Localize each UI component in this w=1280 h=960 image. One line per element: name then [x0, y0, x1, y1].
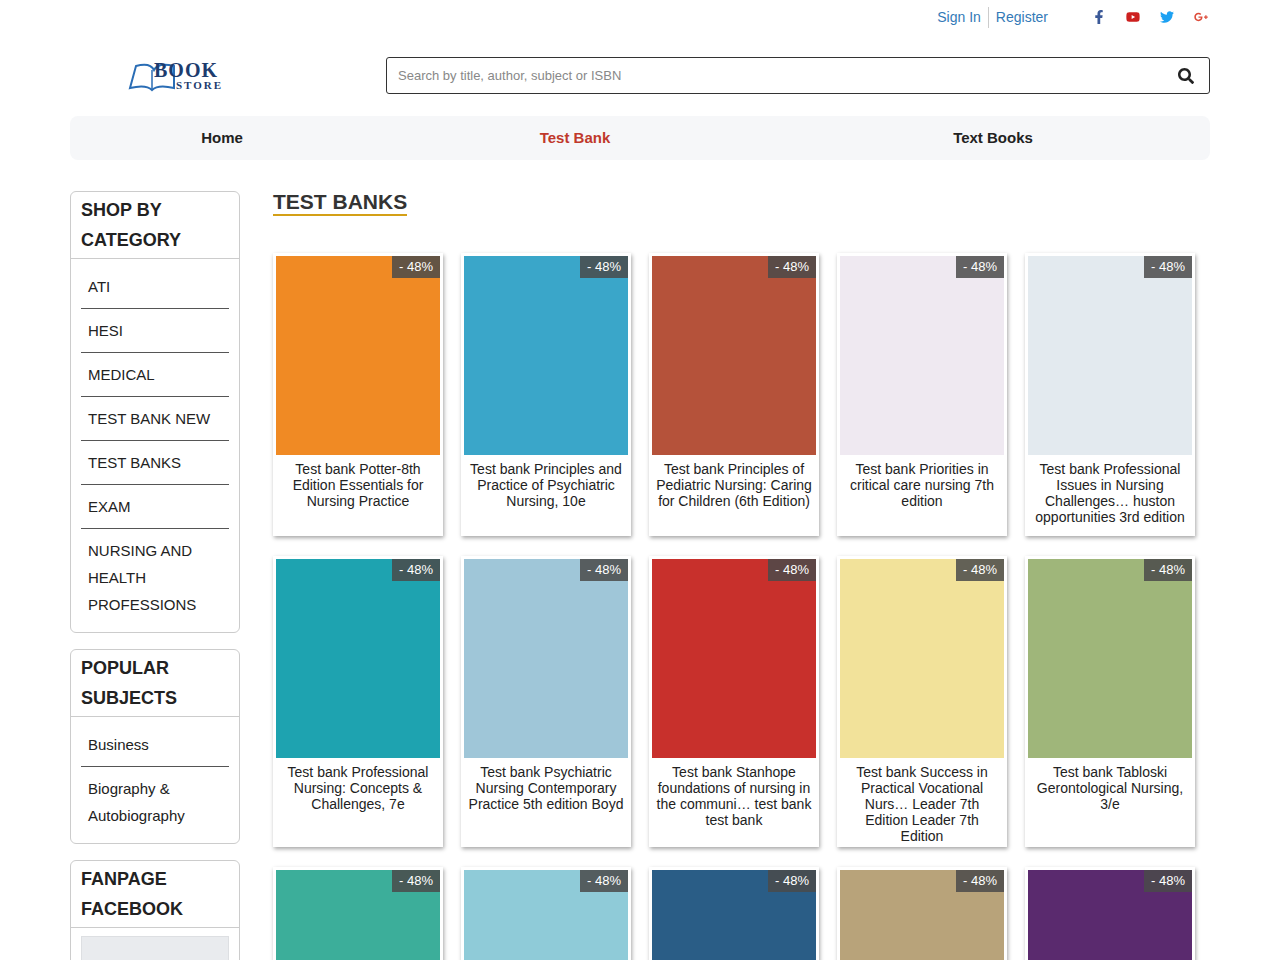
sidebar-item[interactable]: TEST BANK NEW — [81, 397, 229, 441]
discount-badge: - 48% — [392, 256, 440, 278]
product-cover: - 48% — [840, 256, 1004, 455]
product-cover: - 48% — [1028, 870, 1192, 960]
product-card[interactable]: - 48% Test bank Psychiatric Nursing Conte… — [461, 556, 631, 847]
product-cover: - 48% — [464, 870, 628, 960]
product-title[interactable]: Test bank Potter-8th Edition Essentials … — [276, 461, 440, 509]
nav-bar: HomeTest BankText Books — [70, 116, 1210, 160]
sidebar-box: FANPAGE FACEBOOK — [70, 860, 240, 960]
product-card[interactable]: - 48% — [1025, 867, 1195, 960]
product-card[interactable]: - 48% — [837, 867, 1007, 960]
product-card[interactable]: - 48% Test bank Success in Practical Voca… — [837, 556, 1007, 847]
sidebar-item[interactable]: ATI — [81, 265, 229, 309]
discount-badge: - 48% — [956, 256, 1004, 278]
product-cover: - 48% — [276, 559, 440, 758]
product-cover: - 48% — [276, 256, 440, 455]
google-plus-icon[interactable] — [1194, 10, 1208, 24]
nav-item[interactable]: Test Bank — [374, 127, 776, 150]
product-title[interactable]: Test bank Professional Nursing: Concepts… — [276, 764, 440, 812]
nav-item[interactable]: Text Books — [776, 127, 1210, 150]
discount-badge: - 48% — [580, 256, 628, 278]
youtube-icon[interactable] — [1126, 10, 1140, 24]
discount-badge: - 48% — [956, 559, 1004, 581]
product-title[interactable]: Test bank Principles and Practice of Psy… — [464, 461, 628, 509]
product-cover: - 48% — [276, 870, 440, 960]
nav-item[interactable]: Home — [70, 127, 374, 150]
discount-badge: - 48% — [768, 870, 816, 892]
product-card[interactable]: - 48% Test bank Priorities in critical ca… — [837, 253, 1007, 536]
product-cover: - 48% — [840, 559, 1004, 758]
sidebar-item[interactable]: TEST BANKS — [81, 441, 229, 485]
product-title[interactable]: Test bank Success in Practical Vocationa… — [840, 764, 1004, 844]
product-card[interactable]: - 48% Test bank Potter-8th Edition Essent… — [273, 253, 443, 536]
discount-badge: - 48% — [392, 870, 440, 892]
sidebar-item[interactable]: NURSING AND HEALTH PROFESSIONS — [81, 529, 229, 626]
product-card[interactable]: - 48% Test bank Professional Nursing: Con… — [273, 556, 443, 847]
page-title: TEST BANKS — [273, 191, 407, 216]
product-card[interactable]: - 48% Test bank Principles of Pediatric N… — [649, 253, 819, 536]
product-card[interactable]: - 48% — [649, 867, 819, 960]
product-card[interactable]: - 48% Test bank Principles and Practice o… — [461, 253, 631, 536]
product-cover: - 48% — [1028, 559, 1192, 758]
sidebar-box: SHOP BY CATEGORY ATIHESIMEDICALTEST BANK … — [70, 191, 240, 633]
sidebar-item[interactable]: EXAM — [81, 485, 229, 529]
discount-badge: - 48% — [580, 559, 628, 581]
discount-badge: - 48% — [580, 870, 628, 892]
main: TEST BANKS - 48% Test bank Potter-8th Edit… — [273, 191, 1195, 960]
product-cover: - 48% — [652, 870, 816, 960]
facebook-icon[interactable] — [1092, 10, 1106, 24]
search-input[interactable] — [387, 58, 1163, 93]
sidebar-title: POPULAR SUBJECTS — [71, 650, 239, 717]
discount-badge: - 48% — [768, 559, 816, 581]
product-cover: - 48% — [652, 559, 816, 758]
logo-text: BOOK — [154, 60, 223, 80]
sidebar-title: FANPAGE FACEBOOK — [71, 861, 239, 928]
page: Sign In Register BOOKSTORE HomeTest BankTex… — [0, 0, 1280, 960]
sidebar-item[interactable]: Business — [81, 723, 229, 767]
sidebar-item[interactable]: HESI — [81, 309, 229, 353]
discount-badge: - 48% — [768, 256, 816, 278]
product-cover: - 48% — [464, 256, 628, 455]
product-cover: - 48% — [840, 870, 1004, 960]
logo[interactable]: BOOKSTORE — [128, 60, 268, 92]
product-title[interactable]: Test bank Priorities in critical care nu… — [840, 461, 1004, 509]
sidebar-box: POPULAR SUBJECTS BusinessBiography & Auto… — [70, 649, 240, 844]
product-card[interactable]: - 48% Test bank Professional Issues in Nu… — [1025, 253, 1195, 536]
discount-badge: - 48% — [392, 559, 440, 581]
sidebar: SHOP BY CATEGORY ATIHESIMEDICALTEST BANK … — [70, 191, 240, 960]
product-title[interactable]: Test bank Stanhope foundations of nursin… — [652, 764, 816, 828]
product-grid: - 48% Test bank Potter-8th Edition Essent… — [273, 253, 1195, 960]
sidebar-title: SHOP BY CATEGORY — [71, 192, 239, 259]
logo-subtext: STORE — [176, 80, 223, 91]
product-title[interactable]: Test bank Psychiatric Nursing Contempora… — [464, 764, 628, 812]
sidebar-item[interactable]: Biography & Autobiography — [81, 767, 229, 837]
discount-badge: - 48% — [1144, 870, 1192, 892]
product-card[interactable]: - 48% Test bank Stanhope foundations of n… — [649, 556, 819, 847]
product-title[interactable]: Test bank Professional Issues in Nursing… — [1028, 461, 1192, 525]
header: BOOKSTORE — [70, 57, 1210, 94]
sidebar-item[interactable]: MEDICAL — [81, 353, 229, 397]
product-card[interactable]: - 48% — [273, 867, 443, 960]
discount-badge: - 48% — [956, 870, 1004, 892]
search-icon[interactable] — [1163, 68, 1209, 84]
discount-badge: - 48% — [1144, 559, 1192, 581]
top-bar: Sign In Register — [70, 0, 1210, 34]
product-card[interactable]: - 48% Test bank Tabloski Gerontological N… — [1025, 556, 1195, 847]
product-cover: - 48% — [1028, 256, 1192, 455]
product-title[interactable]: Test bank Tabloski Gerontological Nursin… — [1028, 764, 1192, 812]
search-box — [386, 57, 1210, 94]
product-card[interactable]: - 48% — [461, 867, 631, 960]
product-cover: - 48% — [464, 559, 628, 758]
body: SHOP BY CATEGORY ATIHESIMEDICALTEST BANK … — [70, 191, 1210, 960]
top-link[interactable]: Sign In — [937, 7, 981, 28]
twitter-icon[interactable] — [1160, 10, 1174, 24]
top-link[interactable]: Register — [988, 7, 1048, 28]
product-title[interactable]: Test bank Principles of Pediatric Nursin… — [652, 461, 816, 509]
facebook-widget[interactable] — [81, 936, 229, 960]
discount-badge: - 48% — [1144, 256, 1192, 278]
container: Sign In Register BOOKSTORE HomeTest BankTex… — [70, 0, 1210, 960]
product-cover: - 48% — [652, 256, 816, 455]
